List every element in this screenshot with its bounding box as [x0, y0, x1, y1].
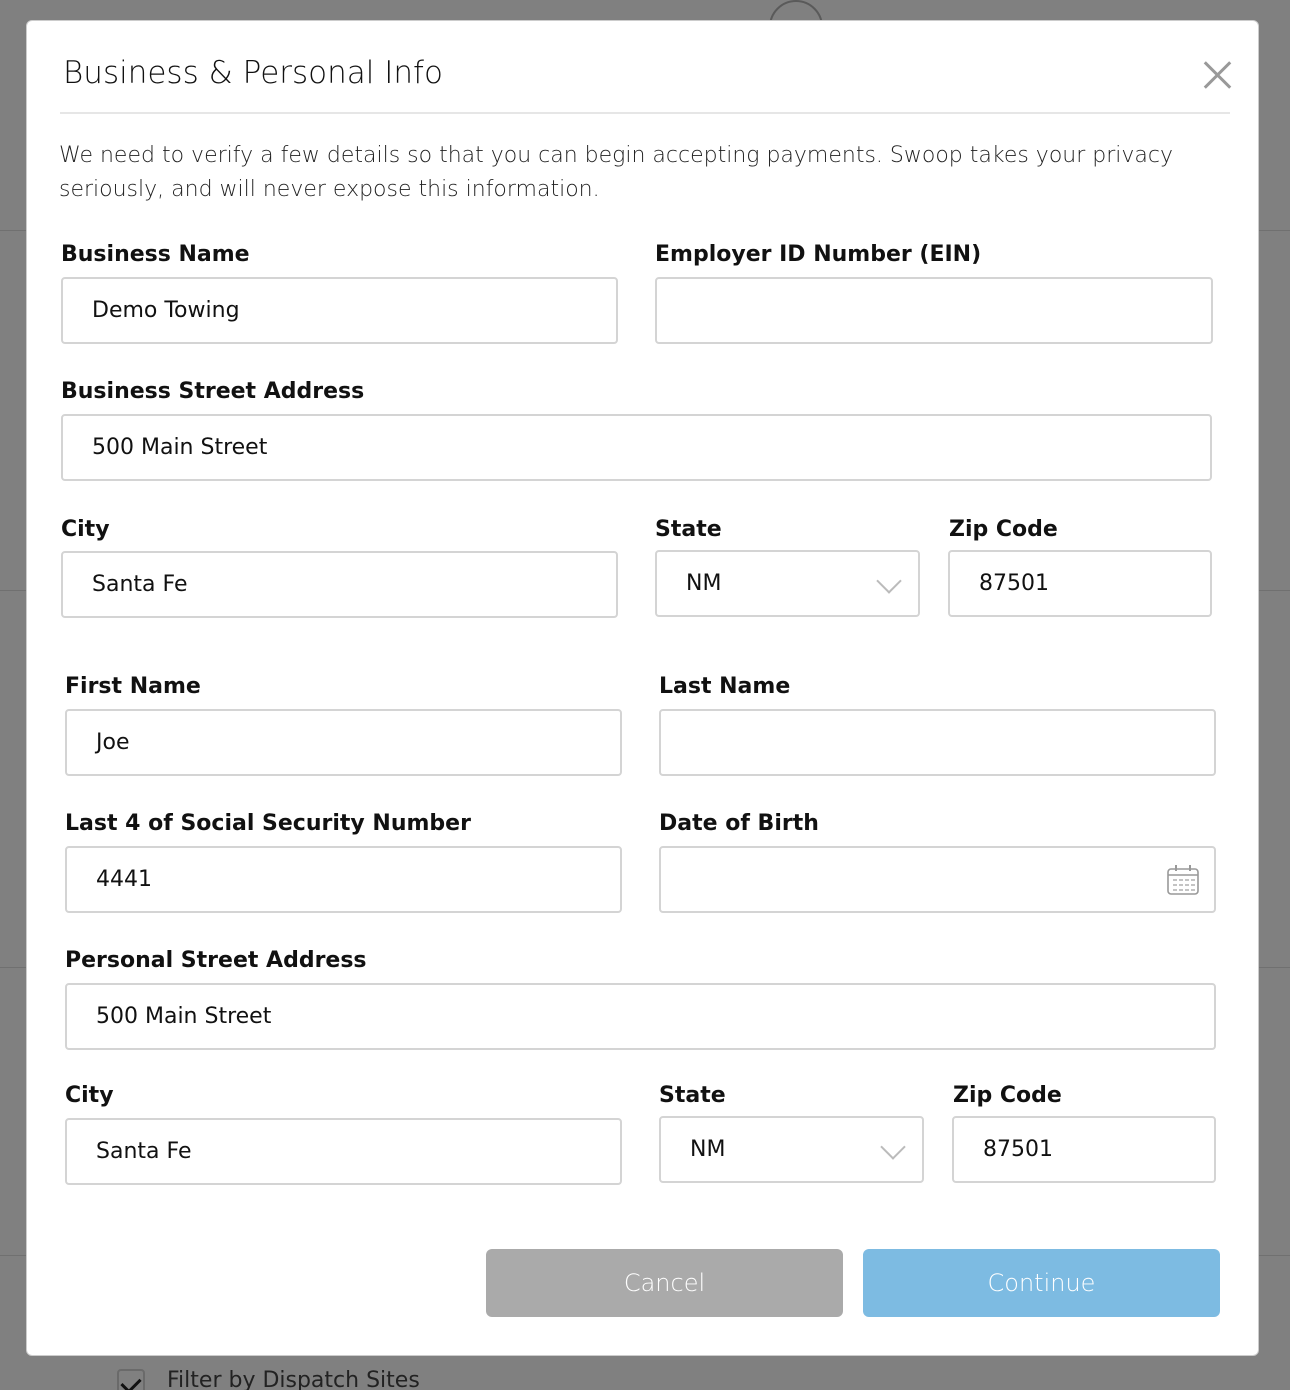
personal-state-value: NM	[690, 1137, 726, 1162]
dob-label: Date of Birth	[659, 811, 819, 836]
business-state-value: NM	[686, 571, 722, 596]
business-name-label: Business Name	[61, 242, 250, 267]
chevron-down-icon	[876, 568, 902, 594]
ssn-last4-input[interactable]: 4441	[65, 846, 622, 913]
modal-title: Business & Personal Info	[63, 55, 443, 91]
business-state-select[interactable]: NM	[655, 550, 920, 617]
business-zip-label: Zip Code	[949, 517, 1058, 542]
business-city-input[interactable]: Santa Fe	[61, 551, 618, 618]
last-name-input[interactable]	[659, 709, 1216, 776]
personal-city-label: City	[65, 1083, 114, 1108]
filter-dispatch-sites-label: Filter by Dispatch Sites	[167, 1368, 420, 1390]
business-street-label: Business Street Address	[61, 379, 365, 404]
dob-input[interactable]	[659, 846, 1216, 913]
business-name-input[interactable]: Demo Towing	[61, 277, 618, 344]
first-name-input[interactable]: Joe	[65, 709, 622, 776]
personal-street-input[interactable]: 500 Main Street	[65, 983, 1216, 1050]
ssn-last4-label: Last 4 of Social Security Number	[65, 811, 471, 836]
ein-input[interactable]	[655, 277, 1213, 344]
filter-dispatch-sites-checkbox[interactable]	[117, 1369, 145, 1390]
header-divider	[60, 112, 1230, 114]
personal-state-label: State	[659, 1083, 726, 1108]
continue-button[interactable]: Continue	[863, 1249, 1220, 1317]
business-state-label: State	[655, 517, 722, 542]
personal-zip-label: Zip Code	[953, 1083, 1062, 1108]
business-zip-input[interactable]: 87501	[948, 550, 1212, 617]
cancel-button[interactable]: Cancel	[486, 1249, 843, 1317]
business-city-label: City	[61, 517, 110, 542]
personal-zip-input[interactable]: 87501	[952, 1116, 1216, 1183]
intro-text: We need to verify a few details so that …	[59, 143, 1174, 202]
calendar-icon[interactable]	[1166, 864, 1200, 896]
business-street-input[interactable]: 500 Main Street	[61, 414, 1212, 481]
ein-label: Employer ID Number (EIN)	[655, 242, 982, 267]
chevron-down-icon	[880, 1134, 906, 1160]
personal-state-select[interactable]: NM	[659, 1116, 924, 1183]
first-name-label: First Name	[65, 674, 201, 699]
personal-city-input[interactable]: Santa Fe	[65, 1118, 622, 1185]
last-name-label: Last Name	[659, 674, 791, 699]
business-personal-info-modal: Business & Personal Info We need to veri…	[26, 20, 1259, 1356]
personal-street-label: Personal Street Address	[65, 948, 367, 973]
close-icon[interactable]	[1203, 59, 1233, 89]
